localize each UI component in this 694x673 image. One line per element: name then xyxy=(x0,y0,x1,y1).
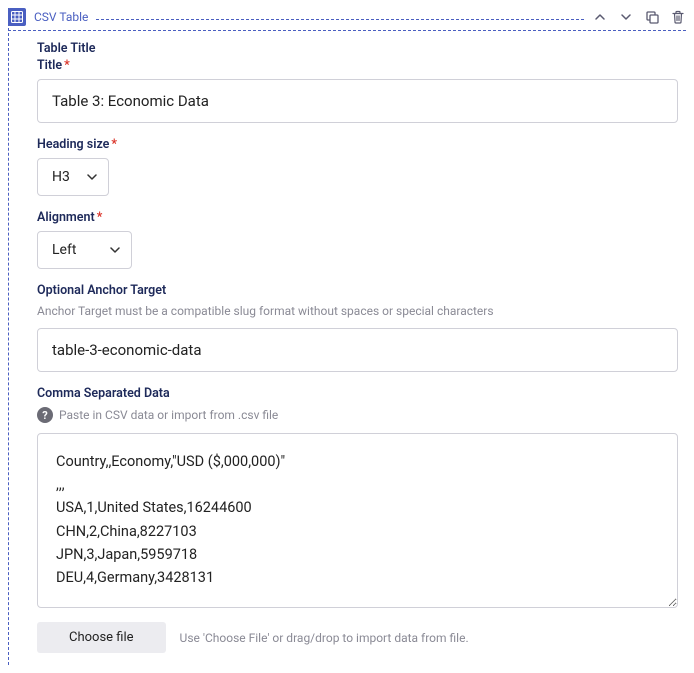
help-icon[interactable]: ? xyxy=(37,407,53,423)
table-icon xyxy=(8,8,26,26)
panel-title: CSV Table xyxy=(34,10,88,24)
panel-actions xyxy=(584,9,686,25)
heading-size-select[interactable]: H3 xyxy=(37,158,109,196)
anchor-input[interactable] xyxy=(37,328,678,372)
choose-file-button[interactable]: Choose file xyxy=(37,622,166,653)
title-input[interactable] xyxy=(37,79,678,123)
required-marker: * xyxy=(64,58,70,73)
file-helper: Use 'Choose File' or drag/drop to import… xyxy=(180,631,469,645)
csv-label: Comma Separated Data xyxy=(37,386,678,401)
panel-header: CSV Table xyxy=(8,8,686,31)
anchor-helper: Anchor Target must be a compatible slug … xyxy=(37,304,678,318)
heading-size-select-wrap: H3 xyxy=(37,158,109,196)
heading-size-label: Heading size* xyxy=(37,137,678,152)
panel-body: Table Title Title* Heading size* H3 Alig… xyxy=(9,31,686,653)
section-table-title: Table Title xyxy=(37,41,678,56)
csv-table-panel: CSV Table Table Title Title* Heading siz… xyxy=(8,8,686,665)
delete-icon[interactable] xyxy=(670,9,686,25)
expand-down-icon[interactable] xyxy=(618,9,634,25)
duplicate-icon[interactable] xyxy=(644,9,660,25)
csv-textarea[interactable] xyxy=(37,433,678,608)
collapse-up-icon[interactable] xyxy=(592,9,608,25)
alignment-label: Alignment* xyxy=(37,210,678,225)
required-marker: * xyxy=(111,137,117,152)
anchor-label: Optional Anchor Target xyxy=(37,283,678,298)
divider xyxy=(96,19,584,20)
file-row: Choose file Use 'Choose File' or drag/dr… xyxy=(37,622,678,653)
alignment-select[interactable]: Left xyxy=(37,231,132,269)
csv-helper-row: ? Paste in CSV data or import from .csv … xyxy=(37,407,678,423)
required-marker: * xyxy=(97,210,103,225)
alignment-select-wrap: Left xyxy=(37,231,132,269)
title-label: Title* xyxy=(37,58,678,73)
csv-helper: Paste in CSV data or import from .csv fi… xyxy=(59,408,278,422)
